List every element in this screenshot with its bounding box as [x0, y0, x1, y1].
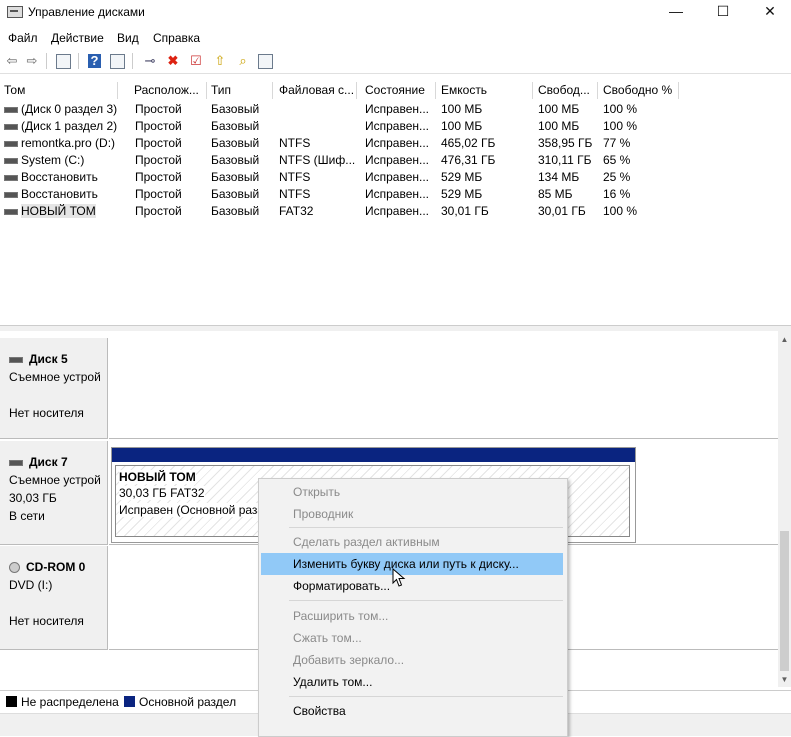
menu-action[interactable]: Действие	[51, 31, 104, 45]
menu-shrink-volume[interactable]: Сжать том...	[261, 627, 563, 649]
drive-icon	[4, 140, 18, 147]
menu-format[interactable]: Форматировать...	[261, 575, 563, 597]
toolbar-separator	[46, 53, 47, 69]
delete-icon[interactable]: ✖	[165, 53, 181, 69]
toolbar: ⇦ ⇨ ? ⊸ ✖ ☑ ⇧ ⌕	[0, 49, 791, 74]
console-tree-icon[interactable]	[110, 54, 125, 69]
check-icon[interactable]: ☑	[188, 53, 204, 69]
col-free-percent[interactable]: Свободно %	[599, 82, 679, 99]
disk-7-label[interactable]: Диск 7 Съемное устрой 30,03 ГБ В сети	[0, 441, 108, 545]
volume-row[interactable]: (Диск 0 раздел 3) Простой Базовый Исправ…	[0, 101, 791, 118]
col-volume[interactable]: Том	[0, 82, 118, 99]
window-title: Управление дисками	[28, 5, 145, 19]
disk-management-icon	[7, 6, 23, 18]
volume-row[interactable]: remontka.pro (D:) Простой Базовый NTFS И…	[0, 135, 791, 152]
menu-delete-volume[interactable]: Удалить том...	[261, 671, 563, 693]
volume-list-header: Том Располож... Тип Файловая с... Состоя…	[0, 82, 791, 99]
back-arrow-icon[interactable]: ⇦	[4, 53, 20, 69]
col-status[interactable]: Состояние	[361, 82, 436, 99]
maximize-button[interactable]: ☐	[700, 0, 746, 24]
volume-row[interactable]: (Диск 1 раздел 2) Простой Базовый Исправ…	[0, 118, 791, 135]
unallocated-swatch	[6, 696, 17, 707]
properties-icon[interactable]	[56, 54, 71, 69]
legend-primary: Основной раздел	[139, 695, 237, 709]
toolbar-separator	[132, 53, 133, 69]
scroll-down-icon[interactable]: ▼	[778, 673, 791, 687]
up-folder-icon[interactable]: ⇧	[212, 53, 228, 69]
menu-mark-active[interactable]: Сделать раздел активным	[261, 531, 563, 553]
title-bar: Управление дисками — ☐ ✕	[0, 0, 791, 24]
menu-separator	[289, 527, 563, 528]
volume-row[interactable]: System (C:) Простой Базовый NTFS (Шиф...…	[0, 152, 791, 169]
menu-file[interactable]: Файл	[8, 31, 38, 45]
toolbar-separator	[78, 53, 79, 69]
help-icon[interactable]: ?	[88, 54, 101, 68]
menu-add-mirror[interactable]: Добавить зеркало...	[261, 649, 563, 671]
menu-help[interactable]: Справка	[153, 31, 200, 45]
col-type[interactable]: Тип	[207, 82, 273, 99]
menu-view[interactable]: Вид	[117, 31, 139, 45]
cdrom-0-label[interactable]: CD-ROM 0 DVD (I:) Нет носителя	[0, 546, 108, 650]
minimize-button[interactable]: —	[653, 0, 699, 24]
col-free[interactable]: Свобод...	[534, 82, 598, 99]
drive-icon	[4, 123, 18, 130]
drive-icon	[4, 174, 18, 181]
drive-icon	[4, 208, 18, 215]
menu-extend-volume[interactable]: Расширить том...	[261, 605, 563, 627]
drive-icon	[4, 191, 18, 198]
volume-row-selected[interactable]: НОВЫЙ ТОМ Простой Базовый FAT32 Исправен…	[0, 203, 791, 220]
col-layout[interactable]: Располож...	[130, 82, 207, 99]
search-folder-icon[interactable]: ⌕	[235, 53, 251, 69]
menu-bar: Файл Действие Вид Справка	[0, 28, 791, 48]
menu-change-drive-letter[interactable]: Изменить букву диска или путь к диску...	[261, 553, 563, 575]
drive-icon	[9, 459, 23, 466]
cd-icon	[9, 562, 20, 574]
drive-icon	[9, 356, 23, 363]
volume-list: (Диск 0 раздел 3) Простой Базовый Исправ…	[0, 101, 791, 220]
drive-icon	[4, 106, 18, 113]
menu-properties[interactable]: Свойства	[261, 700, 563, 722]
menu-explorer[interactable]: Проводник	[261, 503, 563, 525]
menu-separator	[289, 696, 563, 697]
close-button[interactable]: ✕	[747, 0, 791, 24]
scrollbar-thumb[interactable]	[780, 531, 789, 671]
primary-swatch	[124, 696, 135, 707]
col-capacity[interactable]: Емкость	[437, 82, 533, 99]
scroll-up-icon[interactable]: ▲	[778, 333, 791, 347]
volume-row[interactable]: Восстановить Простой Базовый NTFS Исправ…	[0, 169, 791, 186]
mouse-cursor-icon	[392, 568, 406, 587]
disk-5-body[interactable]	[109, 338, 778, 439]
drive-icon	[4, 157, 18, 164]
legend-unallocated: Не распределена	[21, 695, 119, 709]
connect-disk-icon[interactable]: ⊸	[142, 53, 158, 69]
context-menu: Открыть Проводник Сделать раздел активны…	[258, 478, 568, 737]
menu-open[interactable]: Открыть	[261, 481, 563, 503]
list-icon[interactable]	[258, 54, 273, 69]
volume-row[interactable]: Восстановить Простой Базовый NTFS Исправ…	[0, 186, 791, 203]
primary-partition-bar	[112, 448, 635, 462]
disk-map-scrollbar[interactable]: ▲ ▼	[778, 331, 791, 687]
disk-5-label[interactable]: Диск 5 Съемное устрой Нет носителя	[0, 338, 108, 439]
forward-arrow-icon[interactable]: ⇨	[24, 53, 40, 69]
menu-separator	[289, 600, 563, 601]
col-filesystem[interactable]: Файловая с...	[275, 82, 357, 99]
